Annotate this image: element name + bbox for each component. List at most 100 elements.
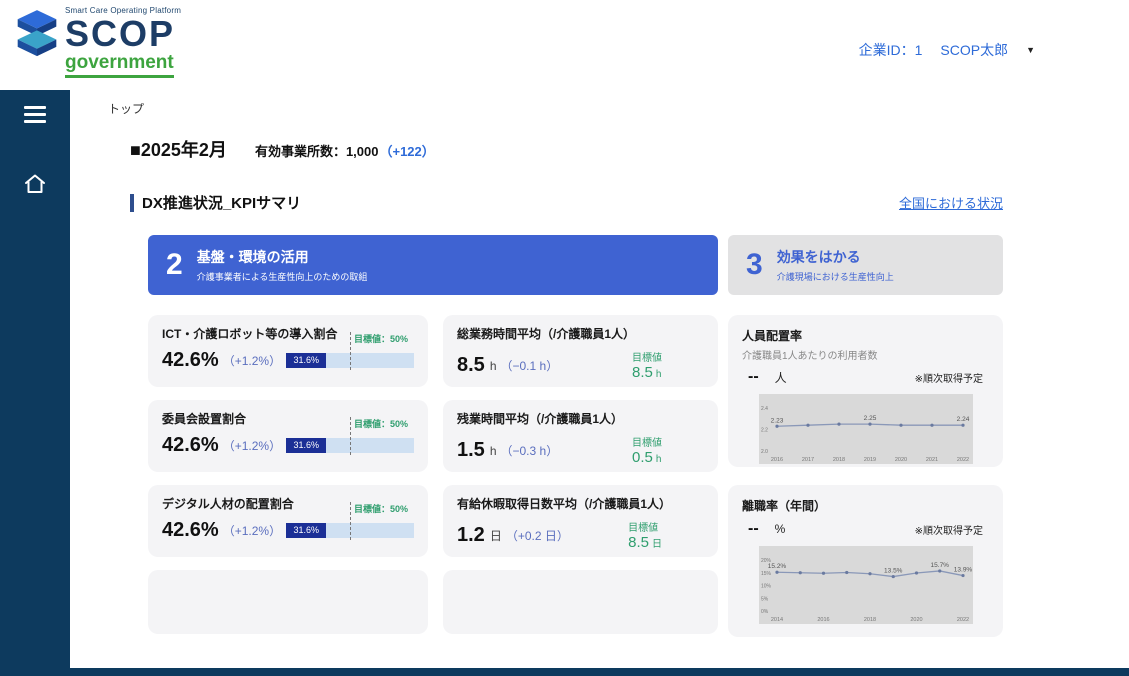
progress-bar-fill: 31.6% <box>286 438 326 453</box>
kpi-title: 人員配置率 <box>742 327 989 344</box>
progress-bar-fill: 31.6% <box>286 353 326 368</box>
company-id-label: 企業ID：1 <box>859 40 923 60</box>
kpi-target-block: 目標値 0.5h <box>632 434 662 467</box>
kpi-title: 総業務時間平均（/介護職員1人） <box>457 325 704 342</box>
phase-banners: 2 基盤・環境の活用 介護事業者による生産性向上のための取組 3 効果をはかる … <box>148 235 1003 295</box>
kpi-delta: （−0.3 h） <box>501 442 559 459</box>
kpi-value: 1.2 <box>457 524 485 547</box>
svg-text:10%: 10% <box>761 584 772 590</box>
phase-banner-texts: 効果をはかる 介護現場における生産性向上 <box>777 247 894 283</box>
kpi-unit: 日 <box>490 527 502 544</box>
svg-text:5%: 5% <box>761 596 769 602</box>
kpi-card-empty <box>148 570 428 634</box>
phase-title: 基盤・環境の活用 <box>197 247 368 267</box>
app-header: Smart Care Operating Platform SCOP gover… <box>0 0 1129 90</box>
progress-bar: 31.6% 目標値：50% <box>286 523 414 538</box>
svg-text:2018: 2018 <box>863 617 875 623</box>
svg-text:2022: 2022 <box>956 617 968 623</box>
svg-text:2022: 2022 <box>956 457 968 463</box>
kpi-value: 42.6% <box>162 349 219 372</box>
logo-texts: Smart Care Operating Platform SCOP gover… <box>65 6 181 78</box>
svg-text:2016: 2016 <box>817 617 829 623</box>
office-count-label: 有効事業所数：1,000 <box>255 141 379 160</box>
kpi-value: -- <box>748 520 759 538</box>
user-name-label: SCOP太郎 <box>940 40 1008 60</box>
footer-bar <box>0 668 1129 676</box>
svg-text:0%: 0% <box>761 609 769 615</box>
staffing-ratio-chart: 2.42.22.020162017201820192020202120222.2… <box>759 394 973 464</box>
phase-title: 効果をはかる <box>777 247 894 267</box>
target-value-row: 8.5日 <box>628 534 662 552</box>
kpi-column-ratios: ICT・介護ロボット等の導入割合 42.6% （+1.2%） 31.6% 目標値… <box>148 315 428 637</box>
target-value: 0.5 <box>632 449 653 466</box>
main-content: トップ ■2025年2月 有効事業所数：1,000 （+122） DX推進状況_… <box>70 90 1129 668</box>
breadcrumb[interactable]: トップ <box>108 100 1129 117</box>
national-status-link[interactable]: 全国における状況 <box>899 193 1003 212</box>
kpi-value-row: 1.2 日 （+0.2 日） 目標値 8.5日 <box>457 519 704 552</box>
sidebar-item-home[interactable] <box>23 173 47 195</box>
logo-subbrand: government <box>65 53 174 78</box>
office-count-delta: （+122） <box>379 141 434 160</box>
kpi-value-row: 1.5 h （−0.3 h） 目標値 0.5h <box>457 434 704 467</box>
kpi-card-staffing-ratio: 人員配置率 介護職員1人あたりの利用者数 -- 人 ※順次取得予定 2.42.2… <box>728 315 1003 467</box>
kpi-delta: （+0.2 日） <box>506 527 569 544</box>
phase-subtitle: 介護事業者による生産性向上のための取組 <box>197 270 368 283</box>
kpi-delta: （+1.2%） <box>223 522 281 539</box>
kpi-value-row: -- % ※順次取得予定 <box>742 520 989 538</box>
kpi-unit: % <box>775 522 786 536</box>
kpi-card-overtime: 残業時間平均（/介護職員1人） 1.5 h （−0.3 h） 目標値 0.5h <box>443 400 718 472</box>
svg-text:13.9%: 13.9% <box>953 567 972 574</box>
kpi-card-ict-adoption: ICT・介護ロボット等の導入割合 42.6% （+1.2%） 31.6% 目標値… <box>148 315 428 387</box>
kpi-delta: （+1.2%） <box>223 352 281 369</box>
kpi-card-total-hours: 総業務時間平均（/介護職員1人） 8.5 h （−0.1 h） 目標値 8.5h <box>443 315 718 387</box>
kpi-card-paid-leave: 有給休暇取得日数平均（/介護職員1人） 1.2 日 （+0.2 日） 目標値 8… <box>443 485 718 557</box>
kpi-value-row: 42.6% （+1.2%） 31.6% 目標値：50% <box>162 434 414 457</box>
target-label: 目標値：50% <box>350 332 408 345</box>
target-title: 目標値 <box>628 519 658 534</box>
kpi-value-row: 8.5 h （−0.1 h） 目標値 8.5h <box>457 349 704 382</box>
kpi-value: 42.6% <box>162 434 219 457</box>
month-title: ■2025年2月 <box>130 136 227 162</box>
kpi-value: 1.5 <box>457 439 485 462</box>
svg-text:2.25: 2.25 <box>863 415 876 422</box>
svg-text:2016: 2016 <box>770 457 782 463</box>
target-title: 目標値 <box>632 434 662 449</box>
svg-text:2.4: 2.4 <box>761 406 768 412</box>
kpi-column-pending: 人員配置率 介護職員1人あたりの利用者数 -- 人 ※順次取得予定 2.42.2… <box>728 315 1003 637</box>
target-value: 8.5 <box>628 534 649 551</box>
sidebar <box>0 90 70 668</box>
user-menu[interactable]: 企業ID：1 SCOP太郎 ▼ <box>859 0 1129 60</box>
target-unit: h <box>656 369 662 380</box>
svg-text:2.24: 2.24 <box>956 416 969 423</box>
progress-bar: 31.6% 目標値：50% <box>286 353 414 368</box>
section-header: DX推進状況_KPIサマリ 全国における状況 <box>130 192 1003 213</box>
kpi-unit: h <box>490 444 497 458</box>
menu-icon[interactable] <box>24 106 46 123</box>
chevron-down-icon[interactable]: ▼ <box>1026 45 1035 55</box>
phase-number: 2 <box>166 248 183 282</box>
body-row: トップ ■2025年2月 有効事業所数：1,000 （+122） DX推進状況_… <box>0 90 1129 668</box>
kpi-delta: （+1.2%） <box>223 437 281 454</box>
summary-row: ■2025年2月 有効事業所数：1,000 （+122） <box>130 136 1129 162</box>
kpi-value-row: 42.6% （+1.2%） 31.6% 目標値：50% <box>162 349 414 372</box>
kpi-title: 有給休暇取得日数平均（/介護職員1人） <box>457 495 704 512</box>
phase-banner-2[interactable]: 2 基盤・環境の活用 介護事業者による生産性向上のための取組 <box>148 235 718 295</box>
phase-banner-3[interactable]: 3 効果をはかる 介護現場における生産性向上 <box>728 235 1003 295</box>
svg-text:13.5%: 13.5% <box>884 568 903 575</box>
kpi-card-empty <box>443 570 718 634</box>
scop-dashboard-page: Smart Care Operating Platform SCOP gover… <box>0 0 1129 676</box>
kpi-grid: ICT・介護ロボット等の導入割合 42.6% （+1.2%） 31.6% 目標値… <box>148 315 1129 637</box>
scop-logo-icon <box>14 6 60 62</box>
section-accent-bar <box>130 194 134 212</box>
kpi-target-block: 目標値 8.5h <box>632 349 662 382</box>
kpi-column-hours: 総業務時間平均（/介護職員1人） 8.5 h （−0.1 h） 目標値 8.5h <box>443 315 718 637</box>
kpi-card-digital-staff: デジタル人材の配置割合 42.6% （+1.2%） 31.6% 目標値：50% <box>148 485 428 557</box>
kpi-subtitle: 介護職員1人あたりの利用者数 <box>742 347 989 362</box>
kpi-title: 残業時間平均（/介護職員1人） <box>457 410 704 427</box>
svg-text:15.7%: 15.7% <box>930 562 949 569</box>
kpi-value: -- <box>748 368 759 386</box>
svg-text:2.2: 2.2 <box>761 428 768 434</box>
kpi-value: 42.6% <box>162 519 219 542</box>
scop-logo: Smart Care Operating Platform SCOP gover… <box>0 0 181 78</box>
svg-text:2018: 2018 <box>832 457 844 463</box>
